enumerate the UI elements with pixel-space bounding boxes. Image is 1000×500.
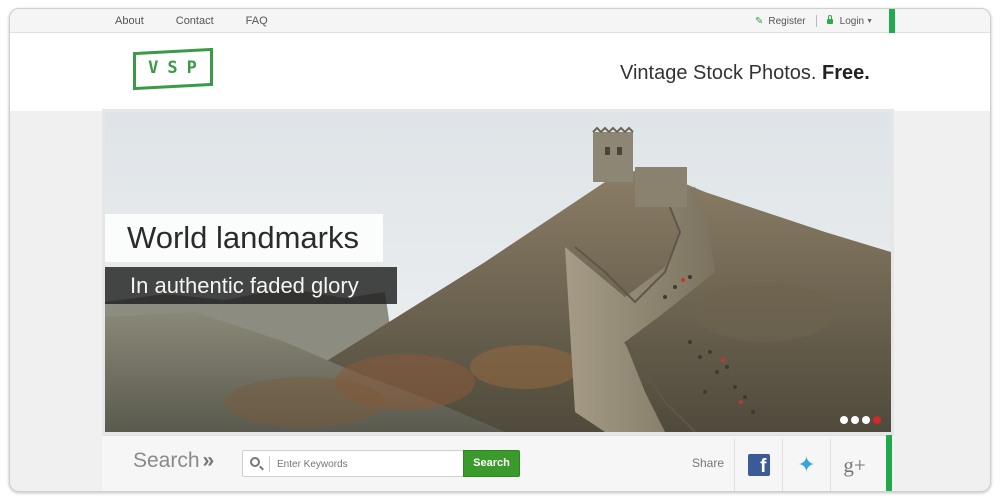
nav-link-faq[interactable]: FAQ xyxy=(246,15,268,27)
nav-links: About Contact FAQ xyxy=(115,9,300,33)
google-plus-icon: g+ xyxy=(843,452,866,477)
top-navigation: About Contact FAQ ✎ Register Login ▼ xyxy=(10,9,990,33)
slider-pagination xyxy=(840,416,884,424)
twitter-share-button[interactable]: ✦ xyxy=(782,439,830,491)
tagline-bold: Free. xyxy=(822,62,870,84)
pencil-icon: ✎ xyxy=(755,15,764,27)
site-tagline: Vintage Stock Photos. Free. xyxy=(620,62,870,85)
nav-link-contact[interactable]: Contact xyxy=(176,15,214,27)
slider-dot[interactable] xyxy=(862,416,870,424)
hero-title: World landmarks xyxy=(105,214,383,262)
search-heading: Search» xyxy=(133,449,214,473)
search-button[interactable]: Search xyxy=(463,450,520,477)
slider-dot[interactable] xyxy=(840,416,848,424)
facebook-icon: f xyxy=(747,454,770,476)
page-frame: About Contact FAQ ✎ Register Login ▼ VSP… xyxy=(9,8,991,492)
share-label: Share xyxy=(692,456,725,470)
field-divider xyxy=(269,456,270,472)
hero-slide: World landmarks In authentic faded glory xyxy=(105,112,891,432)
site-header: VSP Vintage Stock Photos. Free. xyxy=(10,33,990,111)
hero-slider: World landmarks In authentic faded glory xyxy=(102,109,894,435)
account-links: ✎ Register Login ▼ xyxy=(755,9,873,33)
login-dropdown[interactable]: Login ▼ xyxy=(826,14,874,27)
facebook-share-button[interactable]: f xyxy=(734,439,782,491)
slider-dot-active[interactable] xyxy=(873,416,881,424)
site-logo[interactable]: VSP xyxy=(133,47,213,91)
accent-bar xyxy=(889,9,895,33)
nav-divider xyxy=(815,15,817,27)
search-bar: Search» Search Share f ✦ g+ xyxy=(102,435,894,491)
nav-link-about[interactable]: About xyxy=(115,15,144,27)
search-field[interactable] xyxy=(242,450,464,477)
slider-dot[interactable] xyxy=(851,416,859,424)
lock-icon xyxy=(826,14,833,24)
caret-down-icon: ▼ xyxy=(866,17,874,25)
search-icon xyxy=(250,457,260,467)
search-input[interactable] xyxy=(277,454,457,474)
search-heading-text: Search xyxy=(133,449,200,472)
hero-subtitle: In authentic faded glory xyxy=(105,267,397,304)
chevron-double-right-icon: » xyxy=(202,449,215,472)
register-label: Register xyxy=(768,15,806,27)
logo-text: VSP xyxy=(148,58,206,78)
accent-bar-bottom xyxy=(886,435,892,491)
register-link[interactable]: ✎ Register xyxy=(755,16,806,27)
tagline-prefix: Vintage Stock Photos. xyxy=(620,62,817,84)
twitter-icon: ✦ xyxy=(797,452,816,477)
google-plus-share-button[interactable]: g+ xyxy=(830,439,878,491)
login-label: Login xyxy=(839,15,865,27)
